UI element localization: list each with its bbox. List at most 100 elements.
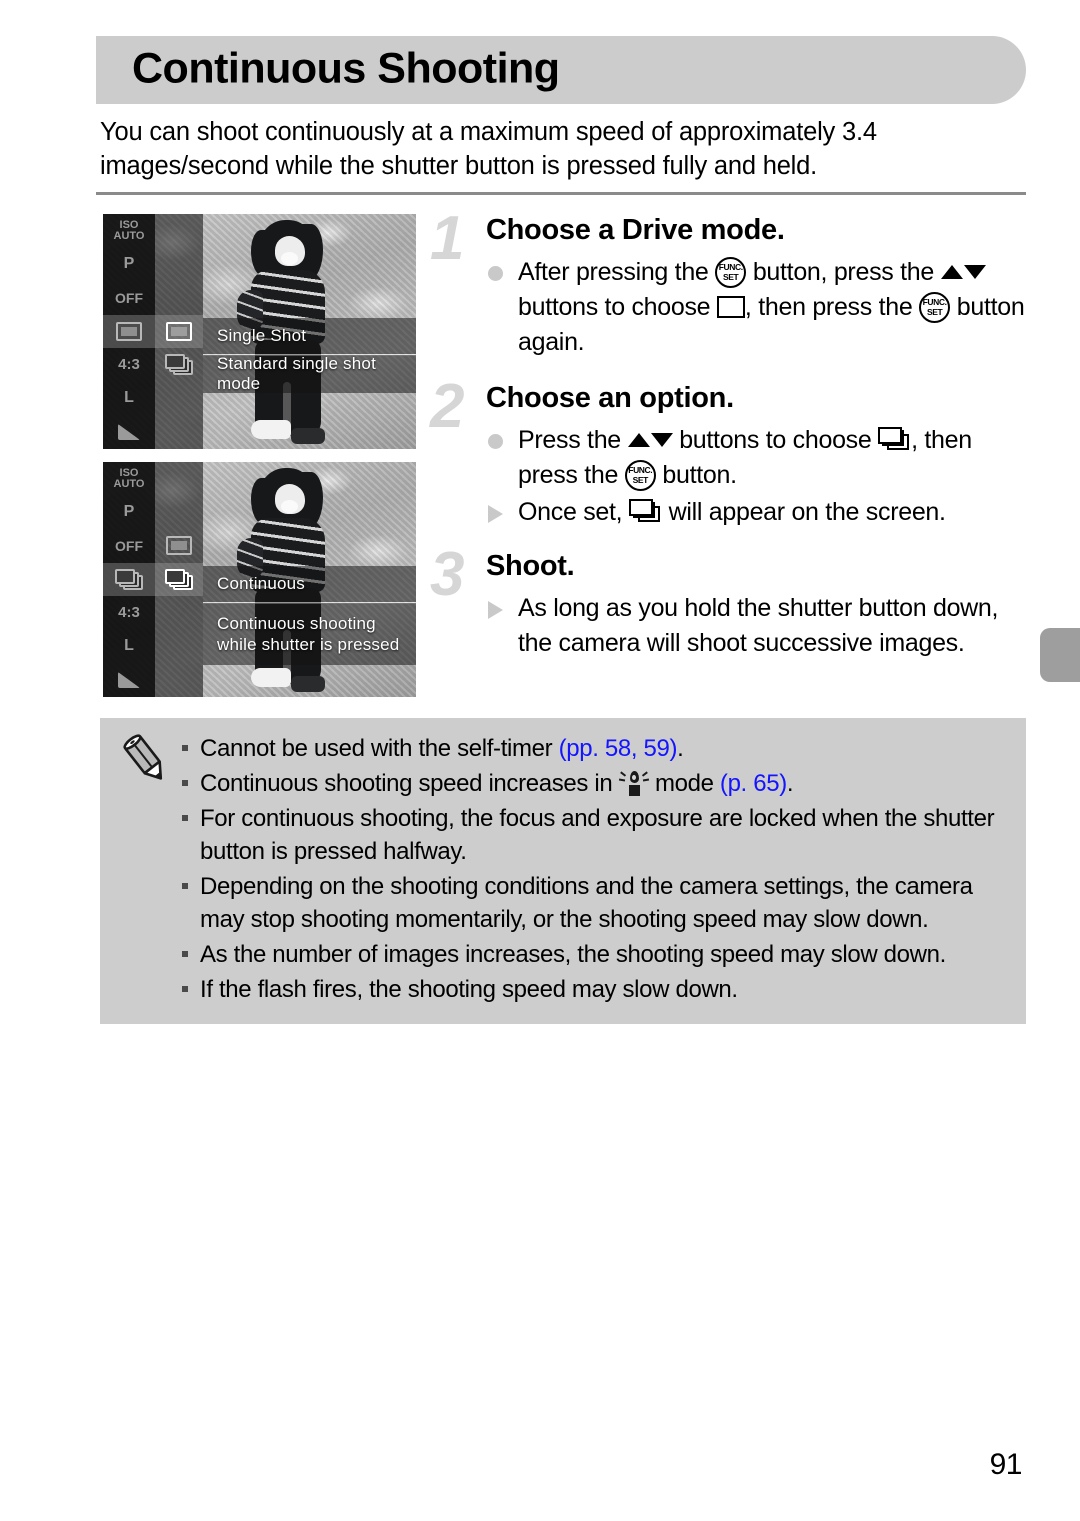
option-continuous[interactable] [155, 348, 203, 382]
square-bullet-icon [182, 986, 188, 992]
rail-item-drive-mode[interactable] [103, 562, 155, 596]
page-reference[interactable]: (p. 65) [720, 770, 787, 797]
step-number: 1 [430, 204, 465, 273]
note-text-part: If the flash fires, the shooting speed m… [200, 976, 738, 1003]
note-item: For continuous shooting, the focus and e… [178, 802, 1008, 868]
bullet-text-part: buttons to choose [672, 426, 879, 454]
note-item: Continuous shooting speed increases in m… [178, 767, 1008, 800]
rail-item-drive-mode[interactable] [103, 314, 155, 348]
func-set-button-icon: FUNC. SET [919, 292, 951, 323]
note-item: As the number of images increases, the s… [178, 938, 1008, 971]
bullet-text-part: Once set, [518, 498, 629, 526]
func-set-button-icon: FUNC. SET [624, 460, 656, 491]
intro-paragraph: You can shoot continuously at a maximum … [100, 118, 877, 180]
bullet-text-part: button, press the [746, 258, 941, 286]
square-bullet-icon [182, 745, 188, 751]
page-title-bar: Continuous Shooting [96, 36, 1026, 104]
note-text-part: . [677, 735, 684, 762]
option-description-line-2: while shutter is pressed [217, 635, 400, 654]
func-menu-rail: ISO AUTO P OFF 4:3 L [103, 462, 155, 697]
option-description-band: Continuous shooting while shutter is pre… [203, 603, 416, 665]
option-single-shot[interactable] [155, 314, 203, 348]
option-single-shot[interactable] [155, 529, 203, 563]
square-bullet-icon [182, 883, 188, 889]
func-menu-rail: ISO AUTO P OFF 4:3 L [103, 214, 155, 449]
step-bullet: Press the buttons to choose , then press… [486, 423, 1030, 493]
exposure-icon [118, 423, 140, 440]
option-title-band: Continuous [203, 566, 416, 602]
single-shot-icon [166, 536, 192, 556]
camera-screenshot-single-shot: ISO AUTO P OFF 4:3 L Single Shot Standard… [103, 214, 416, 449]
down-arrow-icon [963, 265, 986, 279]
note-text-part: . [786, 770, 794, 797]
note-item: If the flash fires, the shooting speed m… [178, 973, 1008, 1006]
notes-box: Cannot be used with the self-timer (pp. … [100, 718, 1026, 1024]
pencil-icon [118, 732, 172, 786]
triangle-bullet-icon [488, 505, 503, 523]
rail-item-flash-off[interactable]: OFF [103, 281, 155, 315]
rail-item-flash-off[interactable]: OFF [103, 529, 155, 563]
step-heading: Choose an option. [486, 382, 734, 414]
single-shot-icon [166, 321, 192, 341]
bullet-text-part: will appear on the screen. [661, 498, 946, 526]
bullet-text-part: button. [655, 461, 737, 489]
rail-item-image-size[interactable]: L [103, 630, 155, 664]
option-continuous[interactable] [155, 562, 203, 596]
bullet-text-part: Press the [518, 426, 628, 454]
rail-item-iso[interactable]: ISO AUTO [103, 462, 155, 496]
rail-item-exposure[interactable] [103, 663, 155, 697]
single-shot-frame-icon [716, 296, 745, 318]
step-2: 2 Choose an option. Press the buttons to… [430, 376, 1030, 532]
dot-bullet-icon [488, 434, 503, 449]
single-shot-icon [116, 321, 142, 341]
bullet-text-part: As long as you hold the shutter button d… [518, 594, 999, 657]
step-bullet: After pressing the FUNC. SET button, pres… [486, 255, 1030, 360]
manual-page: Continuous Shooting You can shoot contin… [0, 0, 1080, 1521]
chapter-edge-tab [1040, 628, 1080, 682]
camera-screenshot-continuous: ISO AUTO P OFF 4:3 L Continuous Continuou… [103, 462, 416, 697]
step-number: 2 [430, 372, 465, 441]
page-title: Continuous Shooting [132, 44, 560, 93]
rail-item-shooting-mode[interactable]: P [103, 248, 155, 282]
note-text-part: As the number of images increases, the s… [200, 941, 946, 968]
rail-item-aspect-ratio[interactable]: 4:3 [103, 348, 155, 382]
note-text-part: For continuous shooting, the focus and e… [200, 805, 995, 865]
exposure-icon [118, 671, 140, 688]
step-1: 1 Choose a Drive mode. After pressing th… [430, 208, 1030, 362]
down-arrow-icon [650, 433, 673, 447]
rail-item-exposure[interactable] [103, 415, 155, 449]
rail-item-aspect-ratio[interactable]: 4:3 [103, 596, 155, 630]
continuous-icon [115, 568, 143, 590]
continuous-icon [165, 568, 193, 590]
notes-list: Cannot be used with the self-timer (pp. … [178, 732, 1008, 1006]
rail-item-image-size[interactable]: L [103, 382, 155, 416]
up-arrow-icon [627, 433, 650, 447]
triangle-bullet-icon [488, 601, 503, 619]
note-text-part: mode [648, 770, 720, 797]
page-reference[interactable]: (pp. 58, 59) [559, 735, 678, 762]
note-item: Depending on the shooting conditions and… [178, 870, 1008, 936]
note-item: Cannot be used with the self-timer (pp. … [178, 732, 1008, 765]
page-number: 91 [989, 1448, 1023, 1481]
up-arrow-icon [940, 265, 963, 279]
step-bullet: Once set, will appear on the screen. [486, 495, 1030, 530]
note-text-part: Cannot be used with the self-timer [200, 735, 559, 762]
rail-item-shooting-mode[interactable]: P [103, 496, 155, 530]
func-set-button-icon: FUNC. SET [715, 257, 747, 288]
bullet-text-part: , then press the [744, 293, 920, 321]
note-text-part: Depending on the shooting conditions and… [200, 873, 973, 933]
step-number: 3 [430, 540, 465, 609]
rail-item-iso[interactable]: ISO AUTO [103, 214, 155, 248]
option-description-line-1: Continuous shooting [217, 614, 376, 633]
square-bullet-icon [182, 815, 188, 821]
step-bullet: As long as you hold the shutter button d… [486, 591, 1030, 661]
continuous-stack-icon [628, 499, 662, 524]
low-light-mode-icon [618, 769, 649, 797]
note-text-part: Continuous shooting speed increases in [200, 770, 619, 797]
step-heading: Shoot. [486, 550, 575, 582]
square-bullet-icon [182, 951, 188, 957]
step-heading: Choose a Drive mode. [486, 214, 785, 246]
section-divider [96, 192, 1026, 195]
option-description-band: Standard single shot mode [203, 354, 416, 393]
bullet-text-part: After pressing the [518, 258, 716, 286]
